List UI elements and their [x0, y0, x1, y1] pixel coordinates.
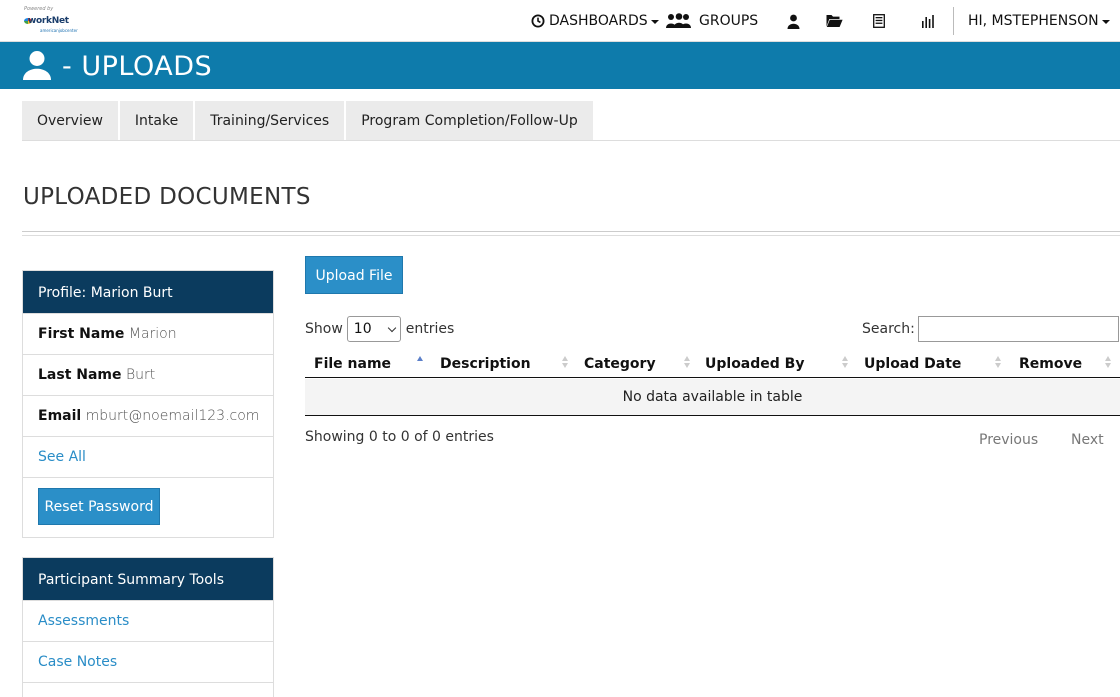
show-label: Show: [305, 321, 343, 337]
profile-last-name: Last Name Burt: [23, 354, 273, 395]
tools-heading: Participant Summary Tools: [23, 558, 273, 600]
entries-length-control: Show 10 entries: [305, 316, 454, 342]
user-greeting: HI, MSTEPHENSON: [968, 13, 1099, 29]
nav-divider: [953, 7, 954, 35]
page-header: - UPLOADS: [0, 42, 1120, 89]
column-uploaded-by[interactable]: Uploaded By: [705, 351, 804, 377]
column-remove[interactable]: Remove: [1019, 351, 1082, 377]
column-upload-date[interactable]: Upload Date: [864, 351, 961, 377]
nav-groups-label: GROUPS: [699, 13, 759, 29]
see-all-row: See All: [23, 436, 273, 477]
pagination-next[interactable]: Next: [1071, 432, 1104, 448]
nav-dashboards-label: DASHBOARDS: [549, 13, 648, 29]
sort-icon[interactable]: [842, 356, 848, 368]
user-icon: [787, 14, 800, 29]
search-input[interactable]: [918, 316, 1119, 342]
nav-groups[interactable]: GROUPS: [663, 0, 758, 42]
column-category[interactable]: Category: [584, 351, 656, 377]
tab-intake[interactable]: Intake: [119, 101, 194, 141]
logo-tagline: americanjobcenter: [40, 28, 78, 33]
last-name-label: Last Name: [38, 367, 122, 383]
assessments-link[interactable]: Assessments: [38, 613, 129, 629]
nav-files[interactable]: [826, 0, 843, 42]
table-empty-row: No data available in table: [305, 379, 1120, 416]
participant-tools-panel: Participant Summary Tools Assessments Ca…: [22, 557, 274, 697]
nav-dashboards[interactable]: DASHBOARDS: [531, 0, 659, 42]
chevron-down-icon: [650, 20, 659, 24]
case-notes-link[interactable]: Case Notes: [38, 654, 117, 670]
sort-icon[interactable]: [417, 356, 423, 368]
sort-icon[interactable]: [1105, 356, 1111, 368]
entries-select-value: 10: [353, 321, 372, 337]
search-label: Search:: [862, 321, 915, 337]
first-name-label: First Name: [38, 326, 125, 342]
chevron-down-icon: [1101, 20, 1110, 24]
first-name-value: Marion: [128, 326, 177, 342]
email-label: Email: [38, 408, 82, 424]
section-tabs: Overview Intake Training/Services Progra…: [22, 101, 595, 141]
tabs-divider: [22, 140, 1120, 141]
worknet-logo[interactable]: Powered by workNet americanjobcenter: [24, 6, 84, 36]
profile-panel: Profile: Marion Burt First Name Marion L…: [22, 270, 274, 538]
sort-icon[interactable]: [995, 356, 1001, 368]
see-all-link[interactable]: See All: [38, 449, 86, 465]
logo-powered-by: Powered by: [24, 6, 54, 12]
nav-user-menu[interactable]: HI, MSTEPHENSON: [968, 0, 1110, 42]
pagination-previous[interactable]: Previous: [979, 432, 1038, 448]
last-name-value: Burt: [125, 367, 156, 383]
dashboard-clock-icon: [531, 14, 545, 28]
email-value: mburt@noemail123.com: [85, 408, 260, 424]
reset-password-button[interactable]: Reset Password: [38, 488, 160, 525]
tools-item-assessments: Assessments: [23, 600, 273, 641]
section-divider: [22, 231, 1120, 232]
entries-select[interactable]: 10: [346, 316, 401, 342]
uploads-table-header: File name Description Category Uploaded …: [305, 351, 1120, 378]
logo-name: workNet: [28, 16, 69, 26]
user-icon: [23, 51, 51, 80]
section-divider: [22, 235, 1120, 236]
top-navbar: Powered by workNet americanjobcenter DAS…: [0, 0, 1120, 42]
table-info: Showing 0 to 0 of 0 entries: [305, 429, 494, 445]
sort-icon[interactable]: [684, 356, 690, 368]
nav-profile[interactable]: [787, 0, 800, 42]
profile-heading: Profile: Marion Burt: [23, 271, 273, 313]
page-title: - UPLOADS: [62, 51, 213, 82]
column-file-name[interactable]: File name: [314, 351, 391, 377]
column-description[interactable]: Description: [440, 351, 531, 377]
chevron-down-icon: [387, 323, 397, 332]
tools-item-partial: [23, 682, 273, 690]
sort-icon[interactable]: [562, 356, 568, 368]
bar-chart-icon: [922, 14, 934, 28]
tools-item-case-notes: Case Notes: [23, 641, 273, 682]
tab-overview[interactable]: Overview: [22, 101, 118, 141]
tab-program-completion[interactable]: Program Completion/Follow-Up: [346, 101, 593, 141]
nav-charts[interactable]: [922, 0, 934, 42]
tab-training-services[interactable]: Training/Services: [195, 101, 345, 141]
reset-password-row: Reset Password: [23, 477, 273, 535]
folder-open-icon: [826, 15, 843, 27]
profile-email: Email mburt@noemail123.com: [23, 395, 273, 436]
profile-first-name: First Name Marion: [23, 313, 273, 354]
upload-file-button[interactable]: Upload File: [305, 256, 403, 294]
entries-label: entries: [405, 321, 455, 337]
document-list-icon: [873, 14, 885, 28]
groups-icon: [666, 13, 691, 28]
nav-reports[interactable]: [873, 0, 885, 42]
section-title: UPLOADED DOCUMENTS: [23, 184, 311, 210]
